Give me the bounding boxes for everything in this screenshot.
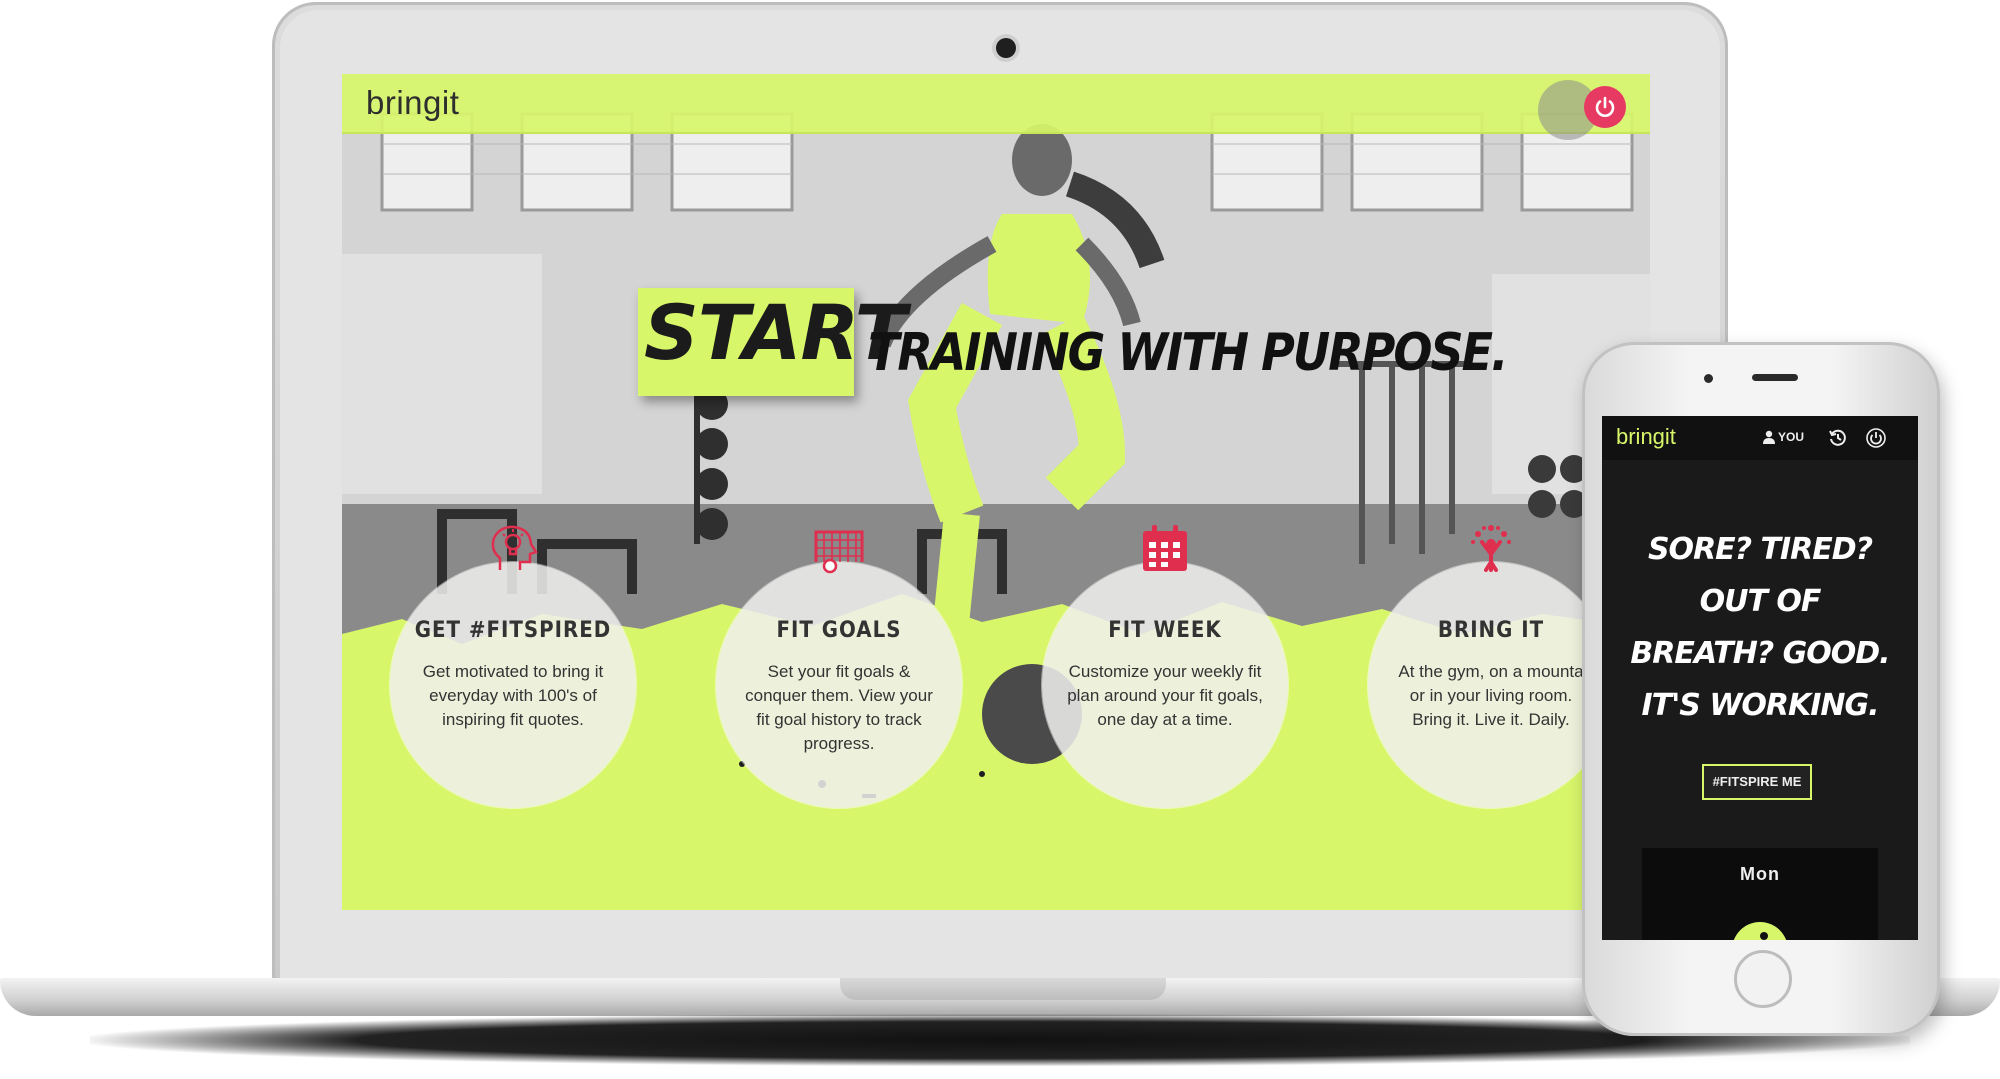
top-navbar: bringit [342, 74, 1650, 134]
feature-title: BRING IT [1437, 618, 1545, 643]
day-card[interactable]: Mon [1642, 848, 1878, 940]
quote-line: SORE? TIRED? [1647, 532, 1873, 567]
headline-highlight: START [644, 288, 906, 377]
feature-description: At the gym, on a mounta or in your livin… [1398, 662, 1584, 729]
feature-card-fit-week[interactable]: FIT WEEK Customize your weekly fit plan … [1042, 525, 1288, 808]
phone-brand-logo[interactable]: bringit [1616, 424, 1676, 450]
power-icon [1595, 96, 1615, 117]
feature-title: FIT WEEK [1108, 618, 1222, 643]
head-lightbulb-icon [491, 525, 538, 570]
user-label[interactable]: YOU [1778, 430, 1804, 444]
quote-line: IT'S WORKING. [1641, 688, 1879, 723]
calendar-icon [1143, 525, 1187, 571]
quote-line: OUT OF [1699, 584, 1822, 619]
feature-card-bring-it[interactable]: BRING IT At the gym, on a mounta or in y… [1368, 525, 1614, 808]
phone-screen: bringit YOU SORE? TIRED? OUT OF BREATH? … [1602, 416, 1918, 940]
headline-text: TRAINING WITH PURPOSE. [868, 322, 1508, 383]
motivational-quote: SORE? TIRED? OUT OF BREATH? GOOD. IT'S W… [1602, 524, 1918, 732]
running-person-icon [1732, 922, 1788, 940]
feature-card-fit-goals[interactable]: FIT GOALS Set your fit goals & conquer t… [716, 530, 962, 808]
feature-description: Get motivated to bring it everyday with … [422, 662, 604, 729]
fitspire-me-button[interactable]: #FITSPIRE ME [1702, 764, 1812, 800]
quote-line: BREATH? GOOD. [1630, 636, 1890, 671]
home-button[interactable] [1734, 950, 1792, 1008]
feature-card-fitspired[interactable]: GET #FITSPIRED Get motivated to bring it… [390, 525, 636, 808]
brand-logo[interactable]: bringit [366, 84, 459, 122]
soccer-goal-icon [814, 530, 864, 574]
laptop-notch [840, 978, 1166, 1000]
feature-description: Customize your weekly fit plan around yo… [1067, 662, 1263, 729]
feature-title: GET #FITSPIRED [414, 618, 612, 643]
day-label: Mon [1740, 864, 1780, 884]
user-icon[interactable] [1762, 430, 1776, 444]
phone-sensor [1704, 374, 1713, 383]
laptop-screen: bringit START TRAINING WITH PURPOSE. GET… [342, 74, 1650, 910]
feature-description: Set your fit goals & conquer them. View … [745, 662, 933, 753]
tree-person-icon [1471, 525, 1511, 572]
power-button[interactable] [1584, 86, 1626, 128]
feature-title: FIT GOALS [776, 618, 902, 643]
history-icon[interactable] [1828, 428, 1848, 448]
phone-navbar: bringit YOU [1602, 416, 1918, 460]
power-icon[interactable] [1866, 428, 1886, 448]
phone-speaker [1752, 374, 1798, 381]
camera-icon [996, 38, 1016, 58]
